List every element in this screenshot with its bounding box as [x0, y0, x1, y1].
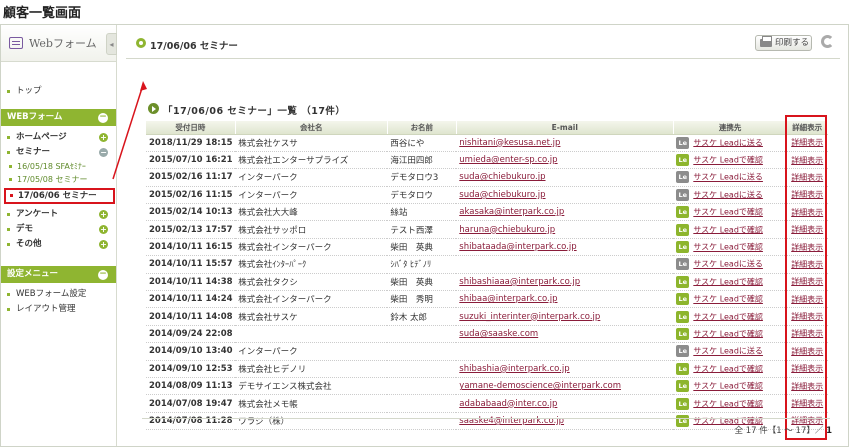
- page-title: 顧客一覧画面: [3, 6, 82, 21]
- annotation-arrow: [112, 81, 147, 180]
- app-frame: Webフォーム ◂ トップ WEBフォーム − ホームページ + セミナー − …: [0, 24, 849, 447]
